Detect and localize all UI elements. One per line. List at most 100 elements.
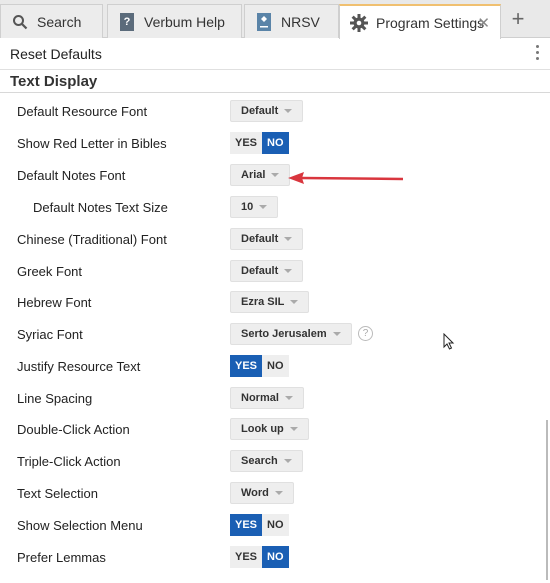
setting-row: Text Selection Word [0,480,550,508]
new-tab-button[interactable]: + [508,6,528,32]
chinese-font-dropdown[interactable]: Default [230,228,304,250]
setting-row: Triple-Click Action Search [0,448,550,476]
syriac-font-dropdown[interactable]: Serto Jerusalem [230,323,352,345]
annotation-arrow-icon [288,172,404,184]
red-letter-toggle[interactable]: YES NO [230,132,289,154]
setting-label: Default Notes Font [17,168,126,183]
tab-label: NRSV [281,13,320,30]
default-resource-font-dropdown[interactable]: Default [230,100,304,122]
chevron-down-icon [283,459,292,463]
svg-text:?: ? [124,16,131,28]
help-icon[interactable]: ? [358,326,373,341]
setting-row: Double-Click Action Look up [0,416,550,444]
dropdown-value: Default [241,105,279,117]
section-divider [0,92,550,93]
chevron-down-icon [259,205,268,209]
text-selection-dropdown[interactable]: Word [230,482,294,504]
dropdown-value: Ezra SIL [241,296,285,308]
setting-row: Prefer Lemmas YES NO [0,544,550,572]
setting-row: Line Spacing Normal [0,385,550,413]
double-click-action-dropdown[interactable]: Look up [230,418,309,440]
dropdown-value: Default [241,265,279,277]
tab-program-settings[interactable]: Program Settings ✕ [339,4,501,39]
triple-click-action-dropdown[interactable]: Search [230,450,303,472]
chevron-down-icon [284,396,293,400]
close-icon[interactable]: ✕ [477,14,490,32]
dropdown-value: Word [241,487,269,499]
dropdown-value: Serto Jerusalem [241,328,327,340]
default-notes-text-size-dropdown[interactable]: 10 [230,196,279,218]
settings-toolbar: Reset Defaults [0,38,550,70]
dropdown-value: Look up [241,423,284,435]
tab-label: Program Settings [376,14,485,31]
reset-defaults-button[interactable]: Reset Defaults [10,46,102,62]
setting-row: Show Red Letter in Bibles YES NO [0,130,550,158]
chevron-down-icon [274,491,283,495]
chevron-down-icon [284,109,293,113]
chevron-down-icon [332,332,341,336]
no-option[interactable]: NO [262,546,289,568]
setting-row: Default Notes Text Size 10 [0,194,550,222]
default-notes-font-dropdown[interactable]: Arial [230,164,291,186]
yes-option[interactable]: YES [230,355,263,377]
setting-label: Chinese (Traditional) Font [17,232,167,247]
no-option[interactable]: NO [262,355,289,377]
tab-bar: Search ? Verbum Help NRSV Program Settin… [0,0,550,39]
setting-label: Syriac Font [17,327,83,342]
setting-row: Justify Resource Text YES NO [0,353,550,381]
line-spacing-dropdown[interactable]: Normal [230,387,304,409]
setting-label: Line Spacing [17,391,93,406]
setting-row: Syriac Font Serto Jerusalem ? [0,321,550,349]
yes-option[interactable]: YES [230,132,263,154]
mouse-cursor-icon [443,333,455,350]
setting-label: Default Notes Text Size [33,200,168,215]
setting-row: Default Notes Font Arial [0,162,550,190]
tab-nrsv[interactable]: NRSV [244,4,339,38]
setting-label: Show Selection Menu [17,518,143,533]
tab-label: Search [37,13,82,30]
selection-menu-toggle[interactable]: YES NO [230,514,289,536]
chevron-down-icon [284,237,293,241]
setting-label: Double-Click Action [17,422,130,437]
dropdown-value: 10 [241,201,254,213]
dropdown-value: Default [241,233,279,245]
chevron-down-icon [289,427,298,431]
yes-option[interactable]: YES [230,514,263,536]
prefer-lemmas-toggle[interactable]: YES NO [230,546,289,568]
setting-label: Greek Font [17,264,83,279]
scrollbar[interactable] [546,420,548,580]
setting-row: Hebrew Font Ezra SIL [0,289,550,317]
more-options-icon[interactable] [536,45,540,60]
section-title: Text Display [10,73,98,90]
tab-verbum-help[interactable]: ? Verbum Help [107,4,242,38]
hebrew-font-dropdown[interactable]: Ezra SIL [230,291,310,313]
setting-label: Default Resource Font [17,104,148,119]
setting-label: Text Selection [17,486,98,501]
no-option[interactable]: NO [262,132,289,154]
tab-search[interactable]: Search [0,4,103,38]
dropdown-value: Normal [241,392,279,404]
help-book-icon: ? [118,12,136,31]
setting-label: Hebrew Font [17,295,92,310]
tab-label: Verbum Help [144,13,225,30]
dropdown-value: Search [241,455,278,467]
search-icon [11,13,29,31]
chevron-down-icon [284,269,293,273]
chevron-down-icon [271,173,280,177]
justify-text-toggle[interactable]: YES NO [230,355,289,377]
setting-row: Default Resource Font Default [0,98,550,126]
setting-label: Justify Resource Text [17,359,141,374]
setting-label: Show Red Letter in Bibles [17,136,167,151]
bible-book-icon [255,12,273,31]
setting-label: Prefer Lemmas [17,550,106,565]
dropdown-value: Arial [241,169,266,181]
yes-option[interactable]: YES [230,546,263,568]
gear-icon [350,13,368,32]
setting-label: Triple-Click Action [17,454,121,469]
setting-row: Chinese (Traditional) Font Default [0,226,550,254]
greek-font-dropdown[interactable]: Default [230,260,304,282]
no-option[interactable]: NO [262,514,289,536]
setting-row: Greek Font Default [0,258,550,286]
chevron-down-icon [290,300,299,304]
setting-row: Show Selection Menu YES NO [0,512,550,540]
